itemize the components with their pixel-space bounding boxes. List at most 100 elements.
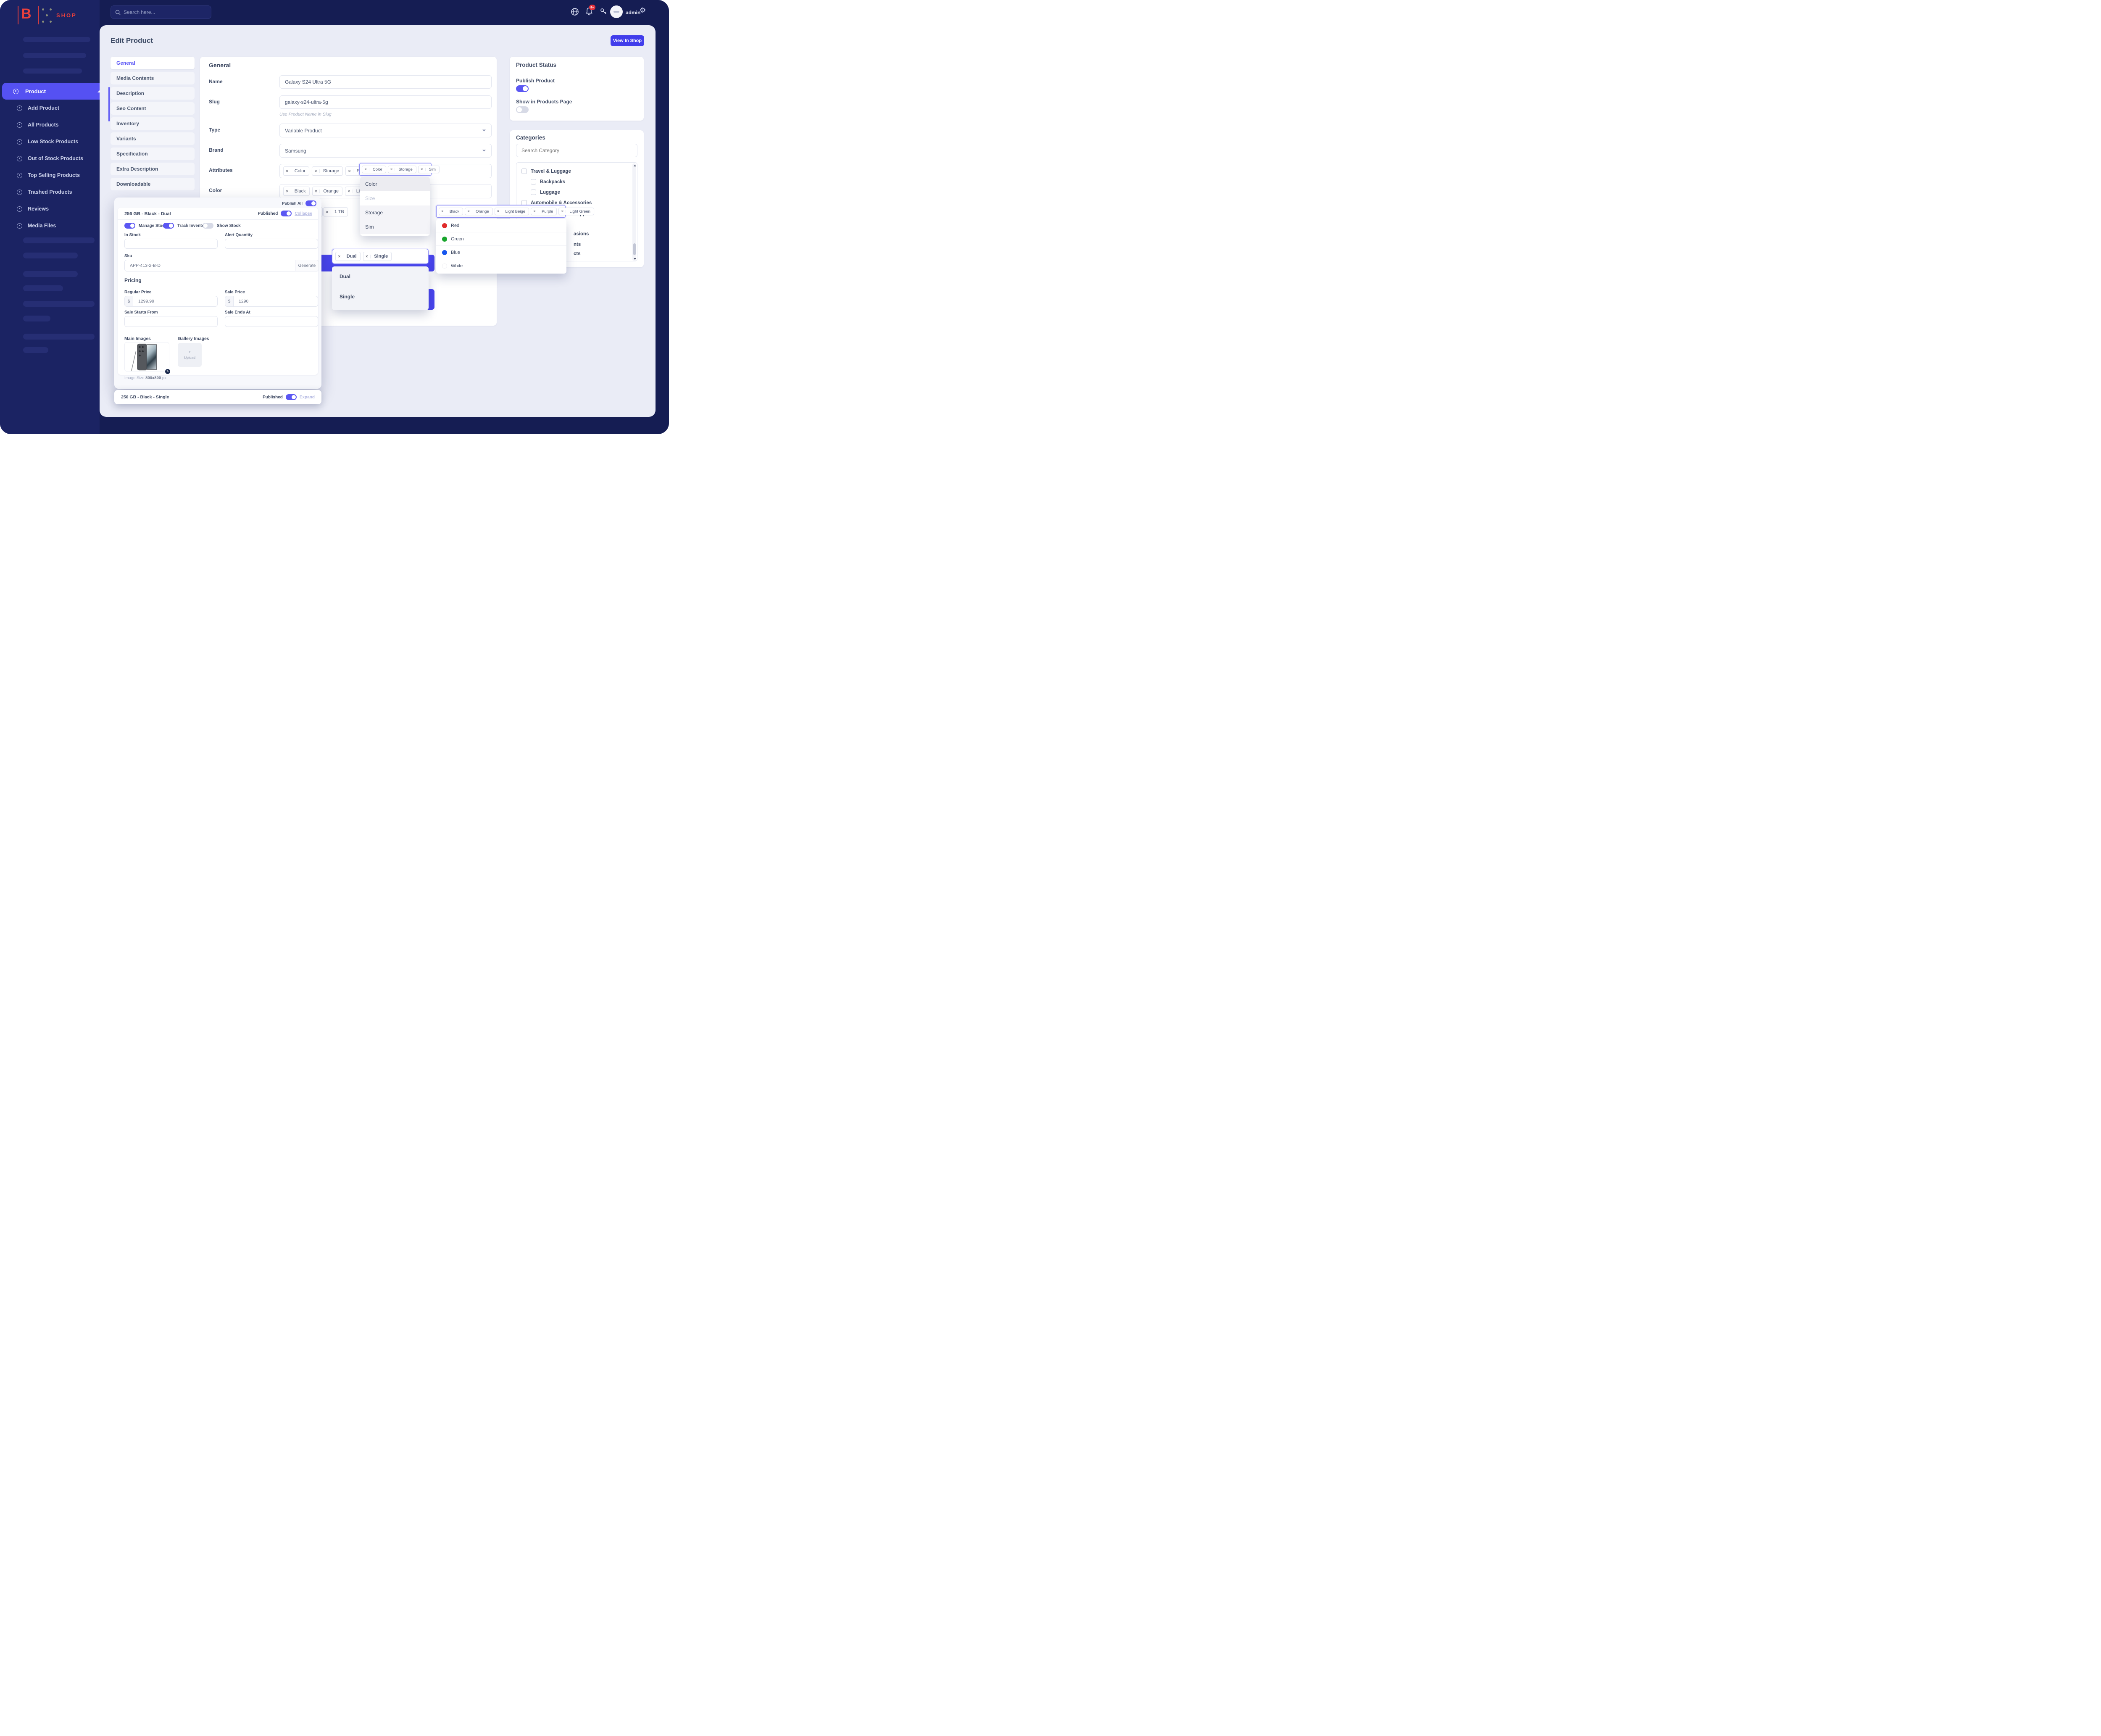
published-toggle[interactable] — [281, 211, 292, 216]
sidebar-item-all-products[interactable]: All Products — [17, 122, 59, 128]
generate-sku-button[interactable]: Generate — [295, 260, 319, 271]
submenu-icon — [17, 122, 22, 128]
sku-input[interactable] — [124, 260, 295, 271]
tab-specification[interactable]: Specification — [111, 148, 195, 160]
in-stock-input[interactable] — [124, 239, 218, 249]
sidebar-item-add-product[interactable]: Add Product — [17, 105, 59, 111]
chip-remove-icon[interactable]: ✕ — [284, 190, 291, 193]
color-option-white[interactable]: White — [436, 259, 566, 273]
attributes-option-size[interactable]: Size — [360, 191, 430, 205]
manage-stock-toggle[interactable] — [124, 223, 135, 229]
chip-remove-icon[interactable]: ✕ — [313, 190, 320, 193]
view-in-shop-button[interactable]: View In Shop — [611, 35, 644, 46]
scroll-up-arrow[interactable] — [634, 165, 636, 166]
chip-remove-icon[interactable]: ✕ — [495, 210, 502, 213]
language-globe-icon[interactable] — [571, 8, 580, 17]
show-stock-toggle[interactable] — [203, 223, 213, 229]
attributes-option-sim[interactable]: Sim — [360, 220, 430, 234]
category-checkbox[interactable] — [531, 190, 536, 195]
chip-remove-icon[interactable]: ✕ — [559, 210, 566, 213]
tab-inventory[interactable]: Inventory — [111, 117, 195, 130]
category-search-input[interactable] — [516, 144, 637, 157]
variant-collapsed-row[interactable]: 256 GB - Black - Single Published Expand — [114, 390, 321, 404]
tab-media-contents[interactable]: Media Contents — [111, 72, 195, 84]
track-inventory-toggle[interactable] — [163, 223, 174, 229]
tab-extra-description[interactable]: Extra Description — [111, 163, 195, 175]
category-checkbox[interactable] — [531, 179, 536, 184]
sim-multiselect-focused[interactable]: ✕Dual ✕Single — [332, 249, 429, 264]
category-checkbox[interactable] — [521, 169, 527, 174]
admin-user-label[interactable]: admin — [626, 10, 640, 16]
tab-description[interactable]: Description — [111, 87, 195, 100]
chip-remove-icon[interactable]: ✕ — [312, 169, 320, 173]
show-in-products-toggle[interactable] — [516, 106, 529, 113]
chip-remove-icon[interactable]: ✕ — [531, 210, 538, 213]
attributes-option-color[interactable]: Color — [360, 177, 430, 191]
published-toggle[interactable] — [286, 394, 297, 400]
slug-helper-link[interactable]: Use Product Name in Slug — [279, 112, 332, 117]
tab-variants[interactable]: Variants — [111, 132, 195, 145]
edit-image-icon[interactable]: ✎ — [164, 368, 171, 375]
publish-all-toggle[interactable] — [305, 200, 316, 206]
sidebar-item-low-stock-products[interactable]: Low Stock Products — [17, 139, 78, 145]
sidebar-item-trashed-products[interactable]: Trashed Products — [17, 189, 72, 195]
attributes-option-storage[interactable]: Storage — [360, 205, 430, 220]
scroll-down-arrow[interactable] — [634, 258, 636, 260]
scrollbar-thumb[interactable] — [633, 243, 636, 255]
expand-link[interactable]: Expand — [300, 395, 315, 400]
avatar[interactable] — [610, 5, 623, 18]
sidebar-item-reviews[interactable]: Reviews — [17, 206, 49, 212]
color-option-red[interactable]: Red — [436, 219, 566, 232]
chip-remove-icon[interactable]: ✕ — [324, 210, 331, 214]
categories-scrollbar[interactable] — [632, 163, 636, 261]
sim-option-single[interactable]: Single — [332, 287, 429, 307]
color-option-green[interactable]: Green — [436, 232, 566, 246]
notifications-bell[interactable]: 9+ — [585, 7, 595, 17]
sale-ends-input[interactable] — [225, 316, 318, 327]
chip-remove-icon[interactable]: ✕ — [346, 169, 353, 173]
main-image-thumbnail[interactable] — [124, 342, 169, 371]
tab-general[interactable]: General — [111, 57, 195, 69]
publish-product-toggle[interactable] — [516, 85, 529, 92]
upload-label: Upload — [184, 356, 195, 360]
settings-gear-icon[interactable]: ⚙ — [640, 6, 646, 15]
alert-quantity-input[interactable] — [225, 239, 318, 249]
chip-remove-icon[interactable]: ✕ — [284, 169, 291, 173]
color-multiselect-focused[interactable]: ✕Black ✕Orange ✕Light Beige ✕Purple ✕Lig… — [436, 205, 566, 218]
tab-seo-content[interactable]: Seo Content — [111, 102, 195, 115]
tab-downloadable[interactable]: Downloadable — [111, 178, 195, 190]
sidebar-item-out-of-stock-products[interactable]: Out of Stock Products — [17, 155, 83, 161]
chip-remove-icon[interactable]: ✕ — [465, 210, 472, 213]
sidebar-item-label: All Products — [28, 122, 59, 128]
chip-remove-icon[interactable]: ✕ — [419, 168, 426, 171]
tabs-scroll-indicator — [108, 87, 110, 121]
api-key-icon[interactable] — [600, 8, 609, 17]
sidebar-item-media-files[interactable]: Media Files — [17, 223, 56, 229]
logo-line-right — [38, 6, 39, 24]
chip-remove-icon[interactable]: ✕ — [388, 168, 395, 171]
color-option-blue[interactable]: Blue — [436, 246, 566, 259]
product-brand-select[interactable]: Samsung — [279, 144, 492, 158]
product-name-input[interactable] — [279, 75, 492, 89]
sale-price-input[interactable] — [233, 296, 318, 307]
chip-remove-icon[interactable]: ✕ — [362, 168, 369, 171]
sidebar-item-product[interactable]: Product — [2, 83, 108, 100]
collapse-link[interactable]: Collapse — [295, 211, 312, 216]
category-label: Travel & Luggage — [531, 169, 571, 174]
sidebar-item-top-selling-products[interactable]: Top Selling Products — [17, 172, 80, 178]
shop-logo[interactable]: B SHOP — [18, 5, 85, 25]
regular-price-input[interactable] — [133, 296, 218, 307]
chip-remove-icon[interactable]: ✕ — [363, 255, 371, 258]
chip-remove-icon[interactable]: ✕ — [439, 210, 446, 213]
product-slug-input[interactable] — [279, 95, 492, 109]
sim-option-dual[interactable]: Dual — [332, 266, 429, 287]
product-type-select[interactable]: Variable Product — [279, 124, 492, 137]
sidebar-skeleton-bar — [23, 53, 86, 58]
chip-remove-icon[interactable]: ✕ — [345, 190, 353, 193]
gallery-upload-button[interactable]: + Upload — [178, 343, 202, 367]
attributes-multiselect-focused[interactable]: ✕Color ✕Storage ✕Sim — [359, 163, 432, 176]
search-input[interactable] — [124, 9, 199, 15]
currency-prefix: $ — [225, 296, 233, 307]
chip-remove-icon[interactable]: ✕ — [336, 255, 343, 258]
sale-starts-input[interactable] — [124, 316, 218, 327]
